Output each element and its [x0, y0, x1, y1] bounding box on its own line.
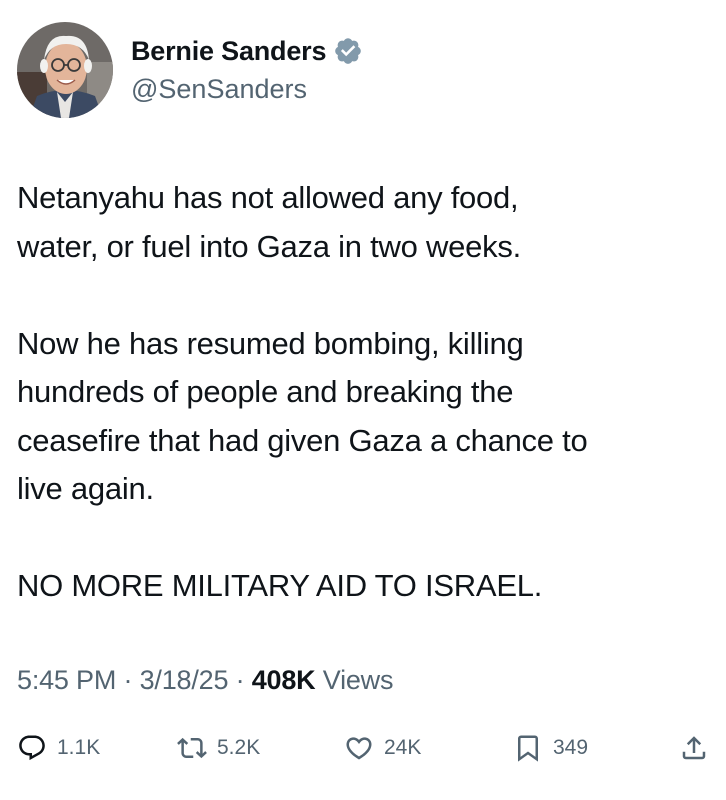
- views-count: 408K: [251, 665, 316, 695]
- tweet-date[interactable]: 3/18/25: [140, 665, 229, 695]
- author-handle[interactable]: @SenSanders: [131, 73, 363, 105]
- views-label: Views: [322, 665, 394, 695]
- reply-count: 1.1K: [57, 736, 101, 759]
- reply-button[interactable]: 1.1K: [17, 726, 100, 770]
- reply-icon: [19, 735, 45, 761]
- tweet-text: Netanyahu has not allowed any food, wate…: [17, 180, 588, 603]
- heart-icon: [346, 737, 372, 760]
- bookmark-icon: [518, 735, 538, 762]
- like-count: 24K: [384, 736, 422, 759]
- like-button[interactable]: 24K: [344, 726, 421, 770]
- author-names: Bernie Sanders @SenSanders: [131, 35, 363, 105]
- avatar[interactable]: [17, 22, 113, 118]
- meta-separator: ·: [123, 665, 133, 695]
- action-bar: 1.1K 5.2K 24K 349: [17, 726, 711, 770]
- display-name[interactable]: Bernie Sanders: [131, 35, 326, 67]
- repost-icon: [177, 737, 207, 759]
- repost-button[interactable]: 5.2K: [177, 726, 260, 770]
- verified-badge-icon[interactable]: [333, 36, 363, 66]
- display-name-row: Bernie Sanders: [131, 35, 363, 67]
- share-button[interactable]: [679, 726, 709, 770]
- meta-separator: ·: [235, 665, 245, 695]
- tweet-header: Bernie Sanders @SenSanders: [17, 22, 363, 118]
- tweet-time[interactable]: 5:45 PM: [17, 665, 116, 695]
- repost-count: 5.2K: [217, 736, 261, 759]
- avatar-image: [17, 22, 113, 118]
- bookmark-button[interactable]: 349: [513, 726, 588, 770]
- tweet-meta: 5:45 PM · 3/18/25 · 408K Views: [17, 660, 393, 700]
- bookmark-count: 349: [553, 736, 589, 759]
- share-icon: [682, 736, 706, 760]
